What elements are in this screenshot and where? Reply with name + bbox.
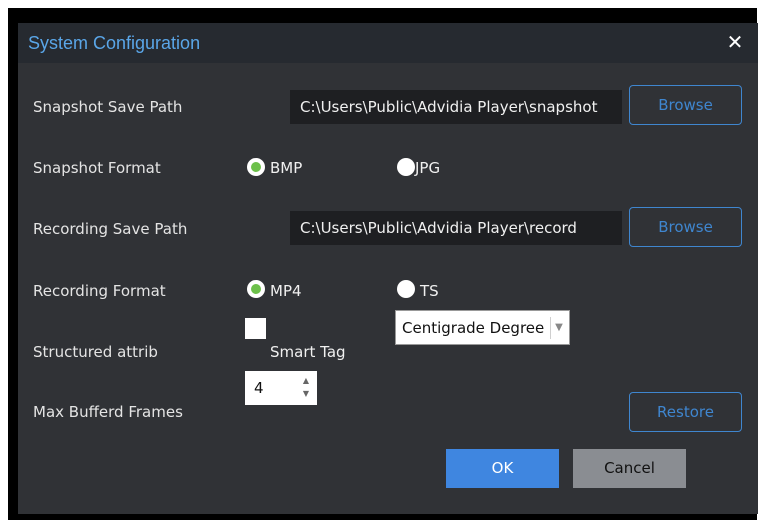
smart-tag-checkbox[interactable] <box>245 318 266 339</box>
system-configuration-dialog: System Configuration ✕ Snapshot Save Pat… <box>18 23 758 514</box>
recording-format-mp4-radio[interactable] <box>247 280 265 298</box>
snapshot-format-bmp-label: BMP <box>270 159 303 177</box>
snapshot-format-jpg-radio[interactable] <box>397 158 415 176</box>
restore-button[interactable]: Restore <box>629 392 742 432</box>
smart-tag-label: Smart Tag <box>270 343 346 361</box>
chevron-down-icon[interactable]: ▼ <box>550 317 567 339</box>
recording-format-ts-radio[interactable] <box>397 280 415 298</box>
snapshot-path-label: Snapshot Save Path <box>33 98 183 116</box>
cancel-button[interactable]: Cancel <box>573 449 686 488</box>
recording-format-label: Recording Format <box>33 282 166 300</box>
dialog-titlebar: System Configuration ✕ <box>18 23 758 63</box>
recording-browse-button[interactable]: Browse <box>629 207 742 247</box>
spin-down-icon[interactable]: ▼ <box>301 388 311 400</box>
snapshot-path-field[interactable]: C:\Users\Public\Advidia Player\snapshot <box>290 90 622 124</box>
recording-path-field[interactable]: C:\Users\Public\Advidia Player\record <box>290 211 622 245</box>
snapshot-format-jpg-label: JPG <box>415 159 441 177</box>
snapshot-format-bmp-radio[interactable] <box>247 158 265 176</box>
recording-format-mp4-label: MP4 <box>270 282 302 300</box>
max-buffered-frames-label: Max Bufferd Frames <box>33 403 183 421</box>
temperature-unit-select[interactable]: Centigrade Degree ▼ <box>395 310 570 345</box>
max-buffered-frames-spinbox[interactable]: 4 ▲ ▼ <box>245 371 317 405</box>
recording-path-label: Recording Save Path <box>33 220 188 238</box>
spin-up-icon[interactable]: ▲ <box>301 375 311 387</box>
dialog-title: System Configuration <box>28 33 201 53</box>
recording-format-ts-label: TS <box>420 282 439 300</box>
max-buffered-frames-value: 4 <box>254 379 264 397</box>
snapshot-browse-button[interactable]: Browse <box>629 85 742 125</box>
snapshot-format-label: Snapshot Format <box>33 159 161 177</box>
structured-attrib-label: Structured attrib <box>33 343 158 361</box>
close-icon[interactable]: ✕ <box>722 29 748 55</box>
temperature-unit-value: Centigrade Degree <box>402 319 545 337</box>
ok-button[interactable]: OK <box>446 449 559 488</box>
